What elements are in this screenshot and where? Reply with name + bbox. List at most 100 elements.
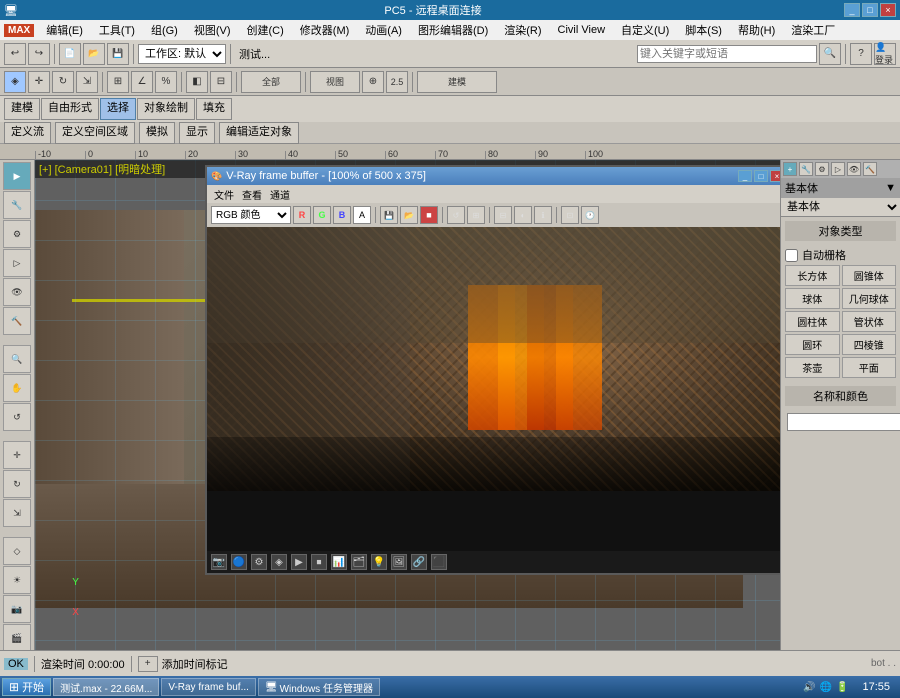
- taskbar-item-vray[interactable]: V-Ray frame buf...: [161, 678, 256, 696]
- vray-status-btn-6[interactable]: ⏹: [311, 554, 327, 570]
- vray-status-btn-8[interactable]: 🗂: [351, 554, 367, 570]
- taskbar-item-taskmgr[interactable]: 🖥 Windows 任务管理器: [258, 678, 380, 696]
- vray-status-btn-1[interactable]: 📷: [211, 554, 227, 570]
- snap-toggle[interactable]: ⊞: [107, 71, 129, 93]
- create-panel-btn[interactable]: ▶: [3, 162, 31, 190]
- object-name-input[interactable]: [787, 413, 900, 431]
- vray-pixel-info[interactable]: ℹ: [534, 206, 552, 224]
- rotate-tool[interactable]: ↻: [52, 71, 74, 93]
- edit-placement[interactable]: 编辑适定对象: [219, 122, 299, 144]
- vray-region[interactable]: ⊡: [561, 206, 579, 224]
- redo-button[interactable]: ↪: [28, 43, 50, 65]
- vray-stop[interactable]: ■: [420, 206, 438, 224]
- panel-hierarchy[interactable]: ⚙: [815, 162, 829, 176]
- vray-status-btn-2[interactable]: 🔵: [231, 554, 247, 570]
- obj-torus[interactable]: 圆环: [785, 334, 840, 355]
- vray-status-btn-3[interactable]: ⚙: [251, 554, 267, 570]
- menu-script[interactable]: 脚本(S): [681, 20, 726, 40]
- panel-create[interactable]: +: [783, 162, 797, 176]
- mode-populate[interactable]: 填充: [196, 98, 232, 120]
- vray-close[interactable]: ×: [770, 170, 780, 182]
- panel-motion[interactable]: ▷: [831, 162, 845, 176]
- panel-category-dropdown[interactable]: 基本体: [781, 198, 900, 217]
- vray-zoom-fit[interactable]: ⊞: [467, 206, 485, 224]
- orbit-tool[interactable]: ↺: [3, 403, 31, 431]
- rotate-left-btn[interactable]: ↻: [3, 470, 31, 498]
- obj-cone[interactable]: 圆锥体: [842, 265, 897, 286]
- vray-menu-channel[interactable]: 通道: [267, 186, 293, 203]
- vray-compare[interactable]: ⊟: [494, 206, 512, 224]
- max-viewport[interactable]: [+] [Camera01] [明暗处理] X Y 🎨 V-Ray frame: [35, 160, 780, 658]
- display-btn[interactable]: 👁: [3, 278, 31, 306]
- vray-rgb-r[interactable]: R: [293, 206, 311, 224]
- vray-rgb-b[interactable]: B: [333, 206, 351, 224]
- vray-minimize[interactable]: _: [738, 170, 752, 182]
- menu-civil-view[interactable]: Civil View: [554, 22, 609, 38]
- menu-render-factory[interactable]: 渲染工厂: [787, 20, 839, 40]
- tray-icon-network[interactable]: 🌐: [820, 682, 832, 693]
- material-btn[interactable]: ◇: [3, 537, 31, 565]
- vray-open[interactable]: 📂: [400, 206, 418, 224]
- menu-group[interactable]: 组(G): [147, 20, 182, 40]
- vray-frame-buffer[interactable]: 🎨 V-Ray frame buffer - [100% of 500 x 37…: [205, 165, 780, 575]
- obj-geosphere[interactable]: 几何球体: [842, 288, 897, 309]
- vray-status-btn-7[interactable]: 📊: [331, 554, 347, 570]
- undo-button[interactable]: ↩: [4, 43, 26, 65]
- obj-sphere[interactable]: 球体: [785, 288, 840, 309]
- menu-render[interactable]: 渲染(R): [500, 20, 545, 40]
- vray-menu-file[interactable]: 文件: [211, 186, 237, 203]
- search-input[interactable]: [637, 45, 817, 63]
- angle-snap[interactable]: ∠: [131, 71, 153, 93]
- open-button[interactable]: 📂: [83, 43, 105, 65]
- mode-model[interactable]: 建模: [4, 98, 40, 120]
- menu-animation[interactable]: 动画(A): [361, 20, 406, 40]
- menu-modifiers[interactable]: 修改器(M): [296, 20, 354, 40]
- vray-status-btn-5[interactable]: ▶: [291, 554, 307, 570]
- panel-display[interactable]: 👁: [847, 162, 861, 176]
- define-space[interactable]: 定义空间区域: [55, 122, 135, 144]
- search-button[interactable]: 🔍: [819, 43, 841, 65]
- view-controls[interactable]: ⊕: [362, 71, 384, 93]
- obj-box[interactable]: 长方体: [785, 265, 840, 286]
- obj-tube[interactable]: 管状体: [842, 311, 897, 332]
- zoom-tool[interactable]: 🔍: [3, 345, 31, 373]
- auto-grid-checkbox[interactable]: [785, 249, 798, 262]
- named-selection[interactable]: 全部: [241, 71, 301, 93]
- vray-status-btn-10[interactable]: 🖼: [391, 554, 407, 570]
- vray-canvas[interactable]: [207, 227, 780, 551]
- pan-tool[interactable]: ✋: [3, 374, 31, 402]
- vray-color-select[interactable]: RGB 颜色: [211, 206, 291, 224]
- mode-select[interactable]: 选择: [100, 98, 136, 120]
- taskbar-item-max[interactable]: 测试.max - 22.66M...: [53, 678, 159, 696]
- move-left-btn[interactable]: ✛: [3, 441, 31, 469]
- simulate[interactable]: 模拟: [139, 122, 175, 144]
- add-time-marker-btn[interactable]: +: [138, 656, 158, 672]
- mode-freeform[interactable]: 自由形式: [41, 98, 99, 120]
- define-flow[interactable]: 定义流: [4, 122, 51, 144]
- utilities-btn[interactable]: 🔨: [3, 307, 31, 335]
- vray-color-correct[interactable]: ◐: [514, 206, 532, 224]
- obj-cylinder[interactable]: 圆柱体: [785, 311, 840, 332]
- vray-history[interactable]: 🕐: [581, 206, 599, 224]
- save-button[interactable]: 💾: [107, 43, 129, 65]
- menu-edit[interactable]: 编辑(E): [42, 20, 87, 40]
- camera-btn[interactable]: 📷: [3, 595, 31, 623]
- vray-status-btn-12[interactable]: ⬛: [431, 554, 447, 570]
- obj-plane[interactable]: 平面: [842, 357, 897, 378]
- hierarchy-btn[interactable]: ⚙: [3, 220, 31, 248]
- obj-teapot[interactable]: 茶壶: [785, 357, 840, 378]
- vray-maximize[interactable]: □: [754, 170, 768, 182]
- maximize-button[interactable]: □: [862, 3, 878, 17]
- vray-save[interactable]: 💾: [380, 206, 398, 224]
- menu-create[interactable]: 创建(C): [243, 20, 288, 40]
- mode-paint[interactable]: 对象绘制: [137, 98, 195, 120]
- vray-status-btn-4[interactable]: ◈: [271, 554, 287, 570]
- render-left-btn[interactable]: 🎬: [3, 624, 31, 652]
- panel-modify[interactable]: 🔧: [799, 162, 813, 176]
- vray-reset[interactable]: ↺: [447, 206, 465, 224]
- menu-graph-editor[interactable]: 图形编辑器(D): [414, 20, 492, 40]
- login-button[interactable]: 👤 登录: [874, 43, 896, 65]
- workspace-dropdown[interactable]: 工作区: 默认: [138, 44, 226, 64]
- select-tool[interactable]: ◈: [4, 71, 26, 93]
- light-btn[interactable]: ☀: [3, 566, 31, 594]
